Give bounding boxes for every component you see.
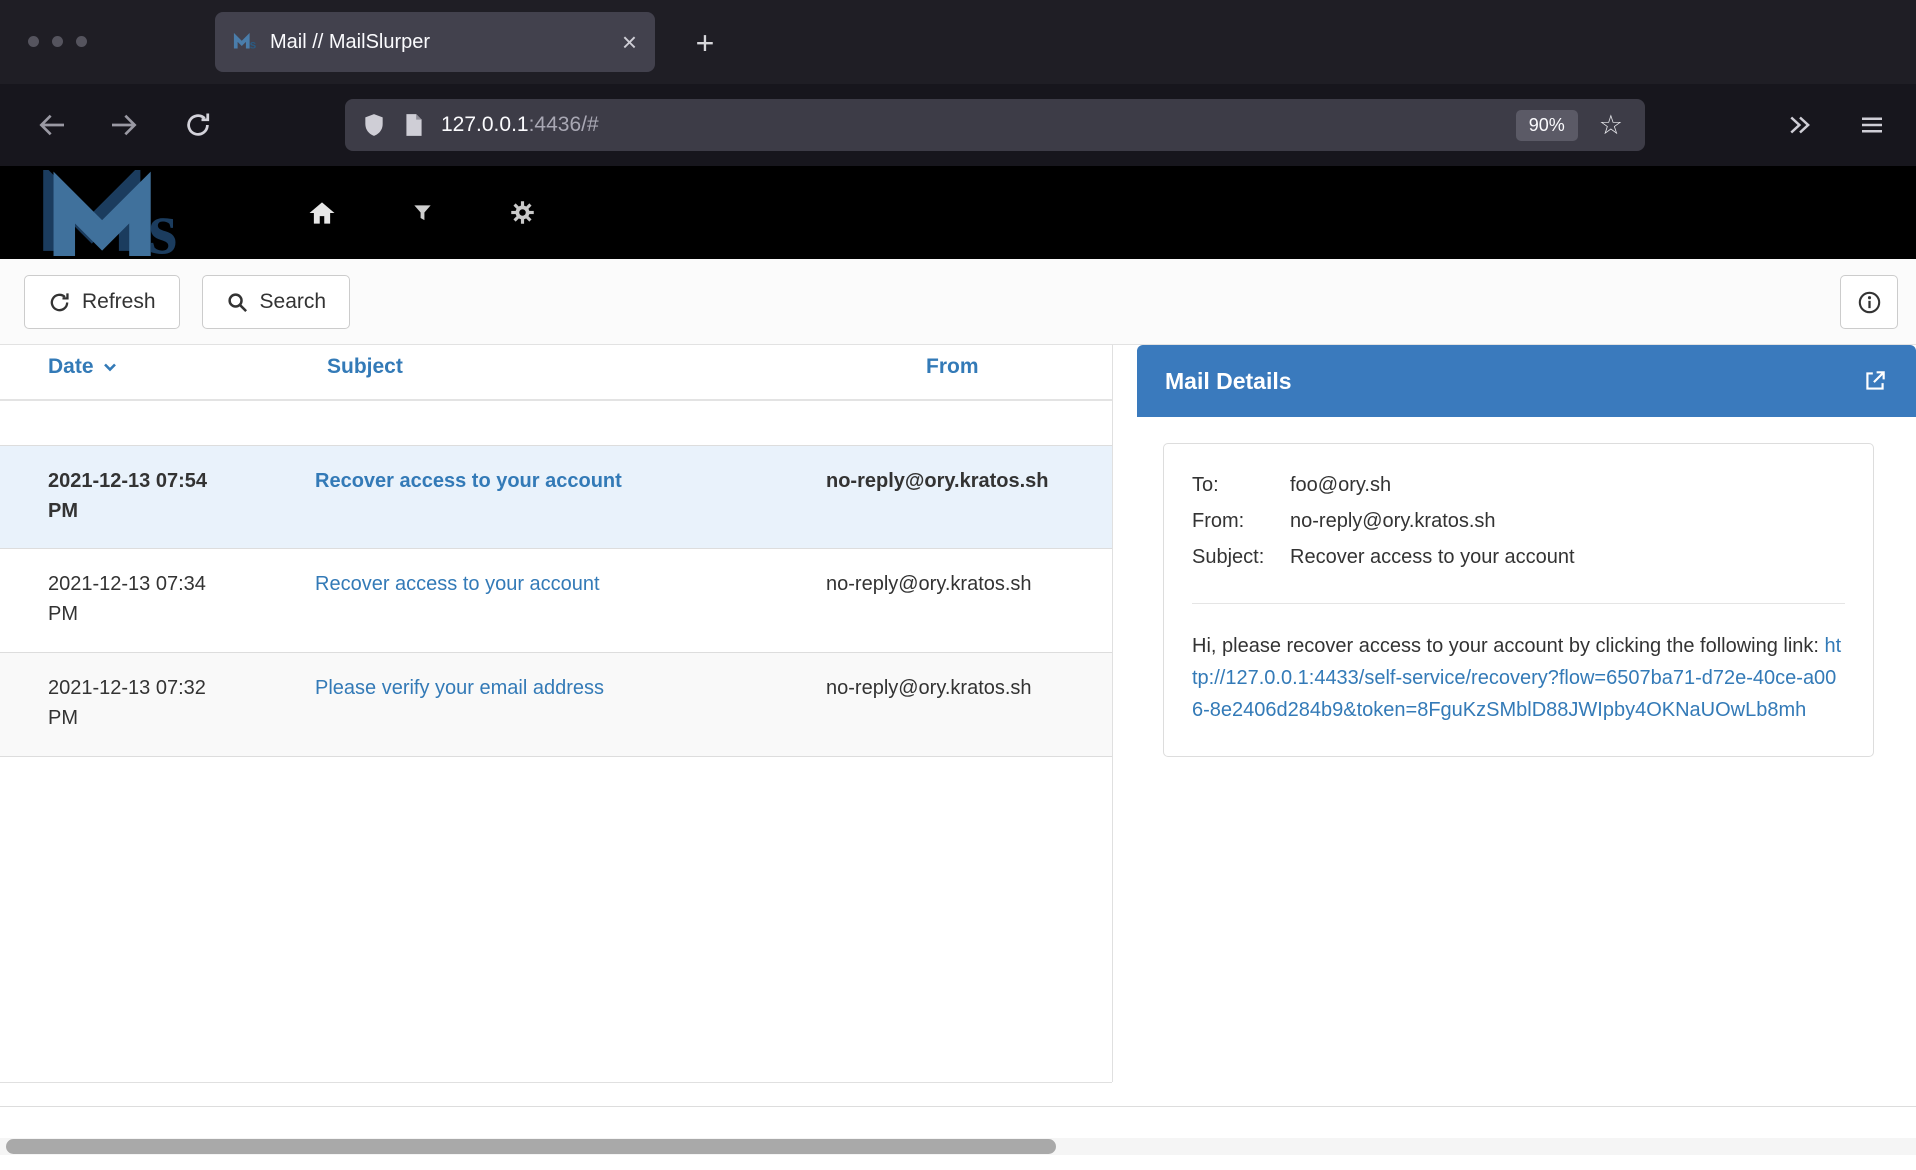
- mail-date: 2021-12-13 07:34 PM: [0, 549, 255, 652]
- info-button[interactable]: [1840, 275, 1898, 329]
- date-column-label: Date: [48, 355, 94, 379]
- header-icon-group: [305, 196, 539, 230]
- subject-column-label: Subject: [327, 355, 403, 379]
- url-text: 127.0.0.1:4436/#: [441, 113, 1501, 137]
- browser-tab-strip: s Mail // MailSlurper × +: [0, 0, 1916, 84]
- refresh-icon: [48, 291, 71, 314]
- mail-rows: 2021-12-13 07:54 PM Recover access to yo…: [0, 445, 1112, 757]
- forward-button[interactable]: [102, 103, 146, 147]
- tab-title: Mail // MailSlurper: [270, 31, 609, 54]
- from-column-label: From: [926, 355, 979, 379]
- forward-arrow-icon: [108, 109, 140, 141]
- mail-row[interactable]: 2021-12-13 07:32 PM Please verify your e…: [0, 653, 1112, 757]
- reload-icon: [183, 110, 213, 140]
- mail-date: 2021-12-13 07:54 PM: [0, 446, 255, 548]
- mailslurper-header: s: [0, 166, 1916, 259]
- home-icon: [307, 198, 337, 228]
- mail-body-text: Hi, please recover access to your accoun…: [1192, 635, 1825, 657]
- menu-button[interactable]: [1850, 103, 1894, 147]
- home-button[interactable]: [305, 196, 339, 230]
- double-chevron-icon: [1785, 110, 1815, 140]
- subject-label: Subject:: [1192, 542, 1290, 573]
- window-controls: [28, 36, 87, 47]
- from-value: no-reply@ory.kratos.sh: [1290, 506, 1845, 537]
- mail-from: no-reply@ory.kratos.sh: [826, 653, 1080, 756]
- mail-subject-link[interactable]: Recover access to your account: [315, 573, 600, 595]
- bookmark-star-icon[interactable]: ☆: [1593, 112, 1629, 139]
- window-control-dot[interactable]: [28, 36, 39, 47]
- mail-details-title: Mail Details: [1165, 368, 1862, 395]
- mail-row[interactable]: 2021-12-13 07:34 PM Recover access to yo…: [0, 549, 1112, 653]
- screen: s Mail // MailSlurper × +: [0, 0, 1916, 1170]
- to-value: foo@ory.sh: [1290, 470, 1845, 501]
- mail-body: Hi, please recover access to your accoun…: [1192, 630, 1845, 726]
- search-button[interactable]: Search: [202, 275, 351, 329]
- mail-details-header: Mail Details: [1137, 345, 1916, 417]
- open-external-icon[interactable]: [1862, 368, 1888, 394]
- mail-subject-link[interactable]: Recover access to your account: [315, 470, 622, 492]
- settings-button[interactable]: [505, 196, 539, 230]
- browser-navbar: 127.0.0.1:4436/# 90% ☆: [0, 84, 1916, 166]
- mail-list: Date Subject From 2021-12-13 07:54 PM Re…: [0, 345, 1112, 757]
- window-control-dot[interactable]: [76, 36, 87, 47]
- search-label: Search: [260, 290, 327, 314]
- url-host: 127.0.0.1: [441, 113, 529, 136]
- mailslurper-logo: s: [28, 170, 233, 256]
- mail-meta: To: foo@ory.sh From: no-reply@ory.kratos…: [1192, 470, 1845, 573]
- hamburger-icon: [1857, 110, 1887, 140]
- column-header-subject[interactable]: Subject: [267, 355, 852, 379]
- mail-details-panel: Mail Details To: foo@ory.sh From: no-rep…: [1137, 345, 1916, 757]
- new-tab-button[interactable]: +: [682, 20, 728, 66]
- mail-details-card: To: foo@ory.sh From: no-reply@ory.kratos…: [1163, 443, 1874, 757]
- overflow-chevrons-button[interactable]: [1778, 103, 1822, 147]
- window-control-dot[interactable]: [52, 36, 63, 47]
- mail-row[interactable]: 2021-12-13 07:54 PM Recover access to yo…: [0, 445, 1112, 549]
- page-icon[interactable]: [402, 112, 426, 138]
- panel-divider: [1112, 345, 1113, 1082]
- refresh-button[interactable]: Refresh: [24, 275, 180, 329]
- bottom-divider: [0, 1106, 1916, 1107]
- shield-icon[interactable]: [361, 112, 387, 138]
- search-icon: [226, 291, 249, 314]
- refresh-label: Refresh: [82, 290, 156, 314]
- filter-button[interactable]: [405, 196, 439, 230]
- scrollbar-thumb[interactable]: [6, 1139, 1056, 1154]
- gear-icon: [509, 199, 536, 226]
- sort-caret-down-icon: [102, 359, 118, 375]
- mail-subject-link[interactable]: Please verify your email address: [315, 677, 604, 699]
- svg-text:s: s: [149, 187, 178, 256]
- horizontal-scrollbar[interactable]: [0, 1138, 1916, 1155]
- tab-close-icon[interactable]: ×: [622, 29, 637, 55]
- mail-from: no-reply@ory.kratos.sh: [826, 446, 1080, 548]
- url-bar[interactable]: 127.0.0.1:4436/# 90% ☆: [345, 99, 1645, 151]
- column-header-from[interactable]: From: [852, 355, 979, 379]
- to-label: To:: [1192, 470, 1290, 501]
- app-toolbar: Refresh Search: [0, 259, 1916, 345]
- zoom-reset-button[interactable]: 90%: [1516, 110, 1578, 141]
- from-label: From:: [1192, 506, 1290, 537]
- filter-icon: [411, 201, 434, 224]
- column-header-date[interactable]: Date: [0, 355, 267, 379]
- list-bottom-divider: [0, 1082, 1112, 1083]
- card-divider: [1192, 603, 1845, 604]
- info-icon: [1857, 290, 1882, 315]
- subject-value: Recover access to your account: [1290, 542, 1845, 573]
- mail-date: 2021-12-13 07:32 PM: [0, 653, 255, 756]
- reload-button[interactable]: [176, 103, 220, 147]
- back-arrow-icon: [36, 109, 68, 141]
- back-button[interactable]: [30, 103, 74, 147]
- browser-tab[interactable]: s Mail // MailSlurper ×: [215, 12, 655, 72]
- svg-text:s: s: [250, 37, 257, 51]
- mail-list-header: Date Subject From: [0, 345, 1112, 401]
- mail-from: no-reply@ory.kratos.sh: [826, 549, 1080, 652]
- url-path: :4436/#: [529, 113, 599, 136]
- tab-favicon-icon: s: [233, 33, 257, 51]
